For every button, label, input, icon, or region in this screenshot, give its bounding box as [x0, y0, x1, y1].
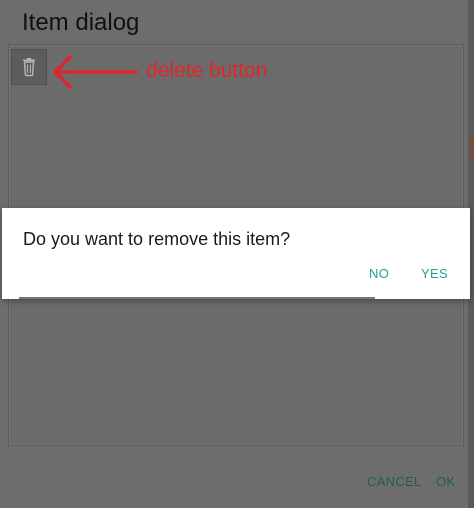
divider: [19, 297, 375, 299]
window-edge-marker: [470, 138, 474, 158]
annotation-arrow-icon: [53, 55, 138, 89]
trash-can-icon: [23, 58, 35, 77]
confirm-remove-dialog: Do you want to remove this item? NO YES: [2, 208, 470, 299]
no-button[interactable]: NO: [369, 266, 389, 282]
delete-button[interactable]: [11, 49, 47, 85]
ok-button[interactable]: OK: [436, 474, 455, 490]
dialog-title: Item dialog: [22, 9, 140, 36]
cancel-button[interactable]: CANCEL: [367, 474, 422, 490]
confirm-message: Do you want to remove this item?: [23, 229, 291, 249]
yes-button[interactable]: YES: [421, 266, 448, 282]
annotation-label: delete button: [146, 59, 268, 82]
